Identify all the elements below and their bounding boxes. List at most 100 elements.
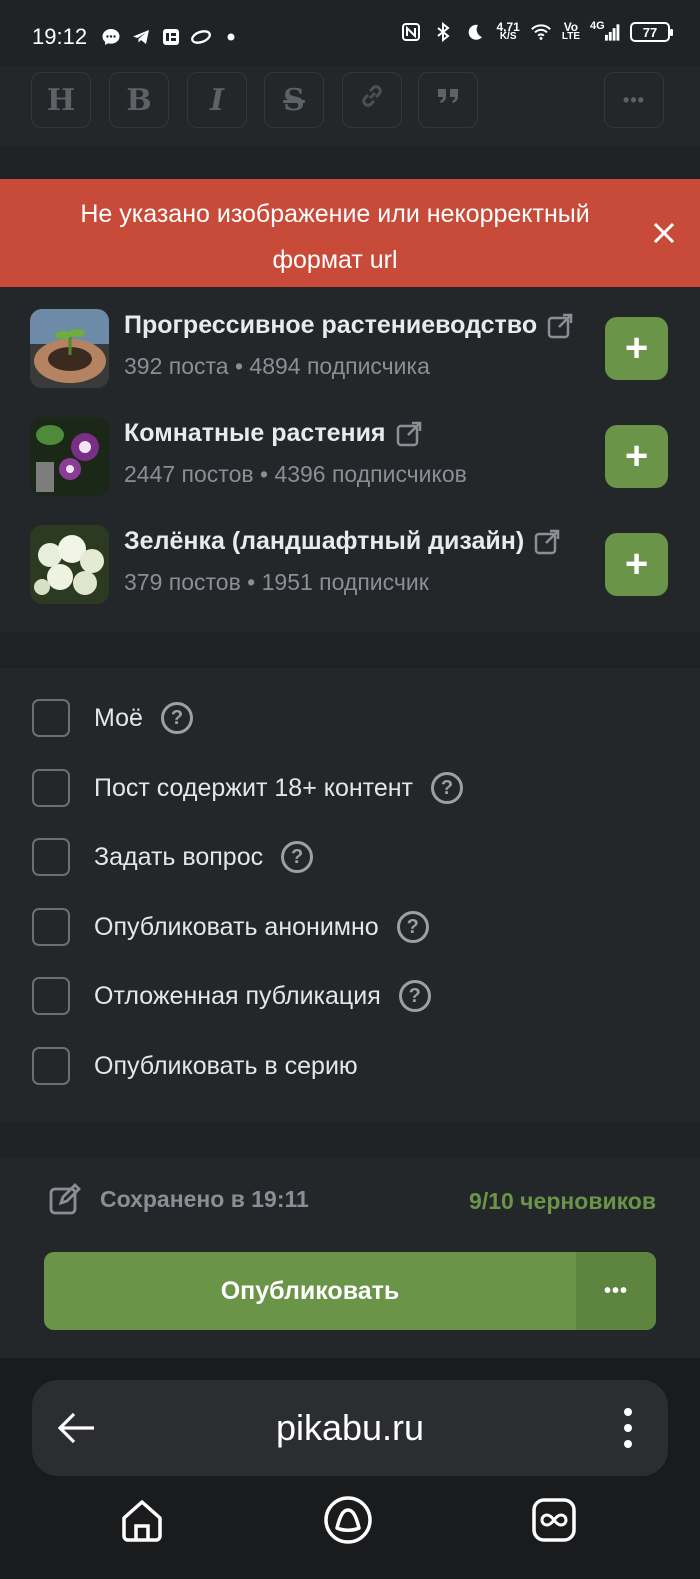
- checkbox[interactable]: [32, 769, 70, 807]
- battery-indicator: 77: [630, 22, 673, 42]
- section-gap: [0, 1122, 700, 1158]
- option-scheduled[interactable]: Отложенная публикация ?: [32, 976, 431, 1016]
- alert-message: Не указано изображение или некорректный …: [80, 200, 590, 274]
- messenger-icon: [100, 27, 122, 47]
- back-arrow-icon[interactable]: [54, 1406, 98, 1450]
- edit-icon: [49, 1183, 81, 1215]
- option-label: Моё: [94, 703, 143, 732]
- strikethrough-icon: S: [283, 82, 305, 118]
- section-gap: [0, 632, 700, 668]
- publish-more-button[interactable]: •••: [576, 1252, 656, 1330]
- external-link-icon[interactable]: [547, 313, 573, 339]
- post-options: Моё ? Пост содержит 18+ контент ? Задать…: [0, 668, 700, 1122]
- news-icon: [160, 27, 182, 47]
- option-label: Опубликовать в серию: [94, 1051, 358, 1080]
- plus-icon: +: [624, 542, 649, 586]
- community-title[interactable]: Зелёнка (ландшафтный дизайн): [124, 527, 560, 556]
- italic-icon: I: [209, 82, 225, 118]
- plus-icon: +: [624, 434, 649, 478]
- more-formatting-button[interactable]: •••: [604, 72, 664, 128]
- italic-button[interactable]: I: [187, 72, 247, 128]
- publish-button[interactable]: Опубликовать: [44, 1252, 576, 1330]
- option-series[interactable]: Опубликовать в серию: [32, 1046, 358, 1086]
- link-button[interactable]: [342, 72, 402, 128]
- help-icon[interactable]: ?: [281, 841, 314, 873]
- help-icon[interactable]: ?: [160, 702, 193, 734]
- assistant-icon[interactable]: [322, 1494, 374, 1546]
- community-stats: 379 постов • 1951 подписчик: [124, 569, 429, 595]
- external-link-icon[interactable]: [534, 529, 560, 555]
- more-icon: •••: [603, 1279, 628, 1302]
- link-icon: [357, 81, 387, 119]
- tabs-icon[interactable]: [528, 1494, 580, 1546]
- option-label: Задать вопрос: [94, 842, 264, 871]
- community-stats: 2447 постов • 4396 подписчиков: [124, 461, 467, 487]
- checkbox[interactable]: [32, 977, 70, 1015]
- checkbox[interactable]: [32, 838, 70, 876]
- bold-button[interactable]: B: [109, 72, 169, 128]
- save-status: Сохранено в 19:11: [48, 1182, 309, 1216]
- close-icon: [653, 222, 675, 244]
- dot-icon: [220, 27, 242, 47]
- add-community-button[interactable]: +: [605, 533, 668, 596]
- error-alert: Не указано изображение или некорректный …: [0, 179, 700, 287]
- browser-chrome: pikabu.ru: [0, 1358, 700, 1579]
- add-community-button[interactable]: +: [605, 425, 668, 488]
- system-navbar: [0, 1488, 700, 1568]
- option-anonymous[interactable]: Опубликовать анонимно ?: [32, 907, 429, 947]
- option-label: Отложенная публикация: [94, 981, 381, 1010]
- checkbox[interactable]: [32, 699, 70, 737]
- option-label: Опубликовать анонимно: [94, 912, 379, 941]
- add-community-button[interactable]: +: [605, 317, 668, 380]
- address-bar[interactable]: pikabu.ru: [32, 1380, 668, 1476]
- browser-menu-button[interactable]: [618, 1406, 638, 1450]
- help-icon[interactable]: ?: [398, 980, 431, 1012]
- option-ask-question[interactable]: Задать вопрос ?: [32, 837, 314, 877]
- publish-footer: Сохранено в 19:11 9/10 черновиков Опубли…: [0, 1158, 700, 1358]
- option-mine[interactable]: Моё ?: [32, 698, 193, 738]
- community-avatar: [30, 525, 109, 604]
- help-icon[interactable]: ?: [431, 772, 463, 804]
- heading-icon: H: [46, 82, 76, 118]
- checkbox[interactable]: [32, 908, 70, 946]
- net-speed: 4,71 K/S: [496, 20, 520, 42]
- section-gap: [0, 146, 700, 180]
- status-bar: 19:12 4,71 K/S Vo LTE 4G 77: [0, 0, 700, 74]
- drafts-link[interactable]: 9/10 черновиков: [469, 1188, 656, 1215]
- more-icon: •••: [623, 89, 645, 110]
- list-item: Прогрессивное растениеводство 392 поста …: [0, 287, 700, 388]
- option-label: Пост содержит 18+ контент: [94, 773, 413, 802]
- telegram-icon: [130, 27, 152, 47]
- community-avatar: [30, 309, 109, 388]
- editor-toolbar: H B I S •••: [0, 66, 700, 146]
- wifi-icon: [530, 22, 552, 42]
- system-status-icons: 4,71 K/S Vo LTE 4G 77: [400, 20, 673, 42]
- checkbox[interactable]: [32, 1047, 70, 1085]
- community-stats: 392 поста • 4894 подписчика: [124, 353, 430, 379]
- app-ring-icon: [190, 27, 212, 47]
- url-text[interactable]: pikabu.ru: [32, 1380, 668, 1476]
- plus-icon: +: [624, 326, 649, 370]
- community-avatar: [30, 417, 109, 496]
- heading-button[interactable]: H: [31, 72, 91, 128]
- home-icon[interactable]: [116, 1494, 168, 1546]
- option-adult-content[interactable]: Пост содержит 18+ контент ?: [32, 768, 463, 808]
- community-title[interactable]: Комнатные растения: [124, 419, 422, 448]
- notification-icons: [100, 27, 242, 47]
- external-link-icon[interactable]: [396, 421, 422, 447]
- saved-text: Сохранено в 19:11: [100, 1185, 309, 1212]
- moon-icon: [464, 22, 486, 42]
- nfc-icon: [400, 22, 422, 42]
- community-title[interactable]: Прогрессивное растениеводство: [124, 311, 573, 340]
- alert-close-button[interactable]: [646, 215, 682, 251]
- quote-button[interactable]: [418, 72, 478, 128]
- list-item: Комнатные растения 2447 постов • 4396 по…: [0, 395, 700, 496]
- community-list: Прогрессивное растениеводство 392 поста …: [0, 287, 700, 632]
- volte-indicator: Vo LTE: [561, 20, 580, 42]
- help-icon[interactable]: ?: [396, 911, 429, 943]
- list-item: Зелёнка (ландшафтный дизайн) 379 постов …: [0, 503, 700, 604]
- bold-icon: B: [126, 82, 152, 118]
- signal-icon: 4G: [590, 20, 620, 42]
- quote-icon: [433, 81, 463, 119]
- strikethrough-button[interactable]: S: [264, 72, 324, 128]
